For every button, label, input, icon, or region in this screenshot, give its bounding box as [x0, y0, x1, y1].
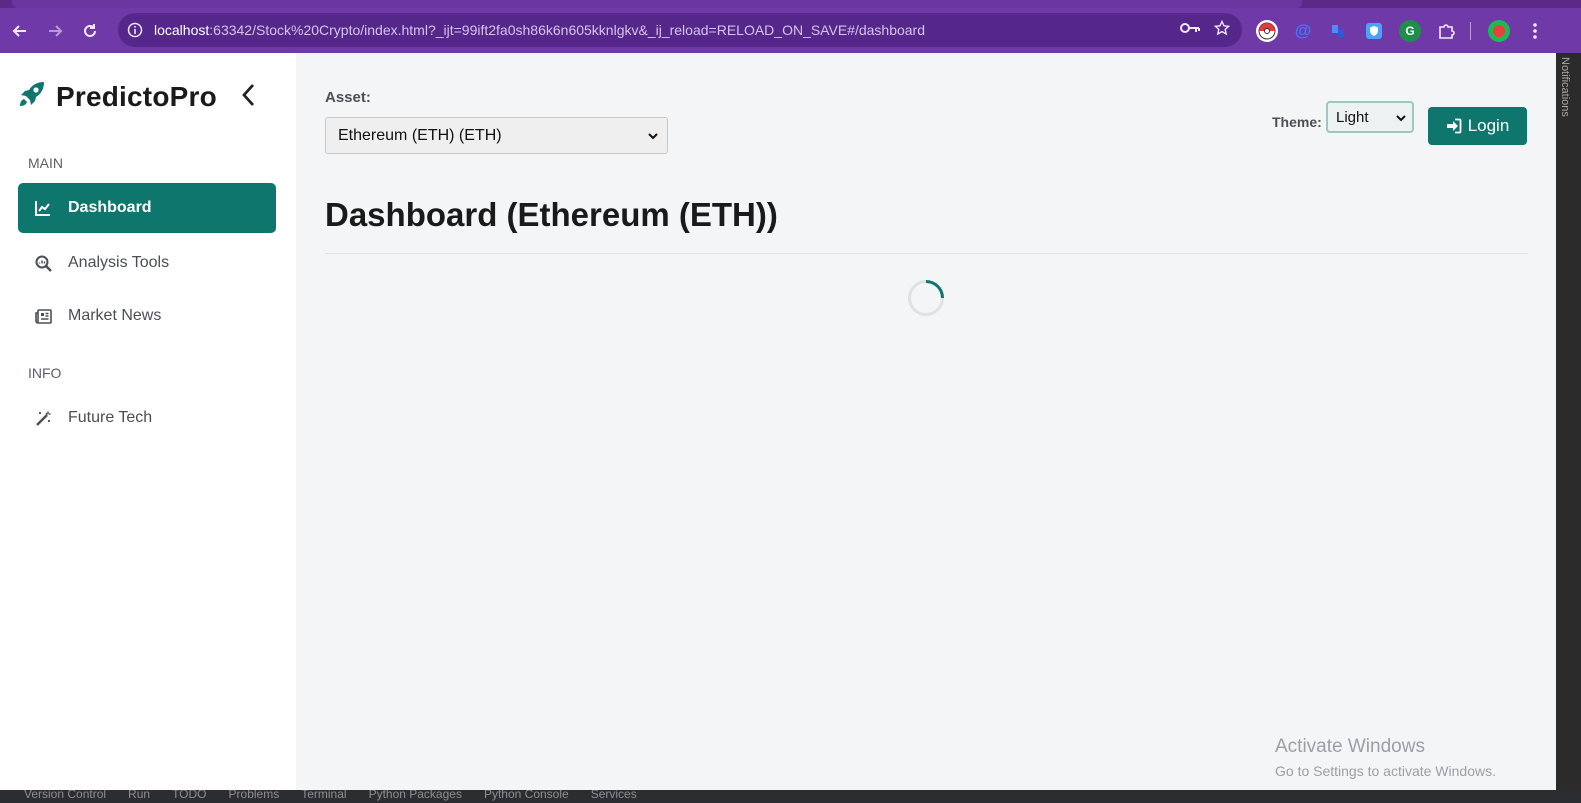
- sign-in-icon: [1446, 118, 1462, 134]
- watermark-subtitle: Go to Settings to activate Windows.: [1275, 763, 1496, 779]
- chevron-left-icon: [241, 83, 255, 112]
- asset-label: Asset:: [325, 89, 371, 106]
- address-bar[interactable]: localhost:63342/Stock%20Crypto/index.htm…: [118, 13, 1242, 47]
- page-title: Dashboard (Ethereum (ETH)): [325, 196, 778, 233]
- windows-activation-watermark: Activate Windows Go to Settings to activ…: [1275, 736, 1496, 779]
- forward-icon[interactable]: [40, 16, 70, 46]
- tool-problems[interactable]: Problems: [229, 790, 280, 801]
- main-content: Asset: Ethereum (ETH) (ETH) Theme: Light…: [296, 53, 1556, 790]
- browser-menu-icon[interactable]: [1524, 8, 1546, 53]
- magic-wand-icon: [34, 409, 52, 427]
- profile-avatar-icon[interactable]: [1488, 8, 1510, 53]
- login-label: Login: [1467, 116, 1510, 135]
- extension-translate-icon[interactable]: [1327, 8, 1349, 53]
- chart-line-icon: [34, 199, 52, 217]
- chevron-down-icon: [1395, 111, 1407, 129]
- theme-label: Theme:: [1272, 114, 1322, 130]
- extension-at-icon[interactable]: @: [1292, 8, 1314, 53]
- url-text: localhost:63342/Stock%20Crypto/index.htm…: [154, 22, 925, 38]
- sidebar-item-label: Future Tech: [68, 409, 153, 426]
- url-path: :63342/Stock%20Crypto/index.html?_ijt=99…: [209, 22, 926, 38]
- tool-run[interactable]: Run: [128, 790, 150, 801]
- login-button[interactable]: Login: [1428, 107, 1527, 145]
- tool-version-control[interactable]: Version Control: [24, 790, 106, 801]
- active-tab[interactable]: [12, 0, 1302, 8]
- extension-pokeball-icon[interactable]: [1256, 8, 1278, 53]
- sidebar-item-label: Analysis Tools: [68, 254, 170, 271]
- tool-terminal[interactable]: Terminal: [301, 790, 346, 801]
- loading-spinner: [907, 279, 945, 317]
- title-divider: [325, 253, 1528, 254]
- watermark-title: Activate Windows: [1275, 736, 1425, 757]
- back-icon[interactable]: [5, 16, 35, 46]
- ide-tool-window-bar: Version Control Run TODO Problems Termin…: [0, 790, 1581, 803]
- search-chart-icon: [34, 254, 52, 272]
- password-key-icon[interactable]: [1180, 21, 1200, 40]
- extension-grammar-icon[interactable]: G: [1399, 8, 1421, 53]
- sidebar-item-dashboard[interactable]: Dashboard: [18, 183, 276, 233]
- extensions-puzzle-icon[interactable]: [1435, 8, 1457, 53]
- notifications-label: Notifications: [1559, 57, 1571, 117]
- collapse-sidebar-button[interactable]: [237, 83, 259, 111]
- rocket-icon: [17, 79, 47, 114]
- asset-select[interactable]: Ethereum (ETH) (ETH): [325, 117, 668, 154]
- bookmark-star-icon[interactable]: [1213, 19, 1231, 41]
- sidebar-item-analysis-tools[interactable]: Analysis Tools: [18, 238, 276, 288]
- newspaper-icon: [34, 307, 52, 325]
- sidebar-item-future-tech[interactable]: Future Tech: [18, 393, 276, 443]
- page-viewport: PredictoPro MAIN Dashboard Analysis Tool…: [0, 53, 1556, 790]
- tool-services[interactable]: Services: [591, 790, 637, 801]
- section-label-main: MAIN: [28, 155, 63, 171]
- tool-python-packages[interactable]: Python Packages: [369, 790, 462, 801]
- url-host: localhost: [154, 22, 210, 38]
- extension-shield-icon[interactable]: [1363, 8, 1385, 53]
- section-label-info: INFO: [28, 365, 62, 381]
- theme-select-value: Light: [1336, 108, 1369, 126]
- tab-strip: [0, 0, 1581, 8]
- site-info-icon[interactable]: [120, 22, 150, 38]
- sidebar-item-label: Dashboard: [68, 199, 152, 216]
- tool-todo[interactable]: TODO: [172, 790, 206, 801]
- notifications-side-panel[interactable]: Notifications: [1556, 53, 1581, 790]
- sidebar: PredictoPro MAIN Dashboard Analysis Tool…: [0, 53, 296, 790]
- brand-name: PredictoPro: [56, 80, 217, 112]
- theme-select[interactable]: Light: [1326, 101, 1414, 133]
- sidebar-item-label: Market News: [68, 307, 162, 324]
- asset-select-value: Ethereum (ETH) (ETH): [338, 126, 502, 144]
- sidebar-item-market-news[interactable]: Market News: [18, 291, 276, 341]
- toolbar-separator: [1470, 8, 1471, 53]
- chevron-down-icon: [647, 128, 659, 149]
- reload-icon[interactable]: [75, 16, 105, 46]
- brand-logo[interactable]: PredictoPro: [17, 79, 217, 114]
- tool-python-console[interactable]: Python Console: [484, 790, 569, 801]
